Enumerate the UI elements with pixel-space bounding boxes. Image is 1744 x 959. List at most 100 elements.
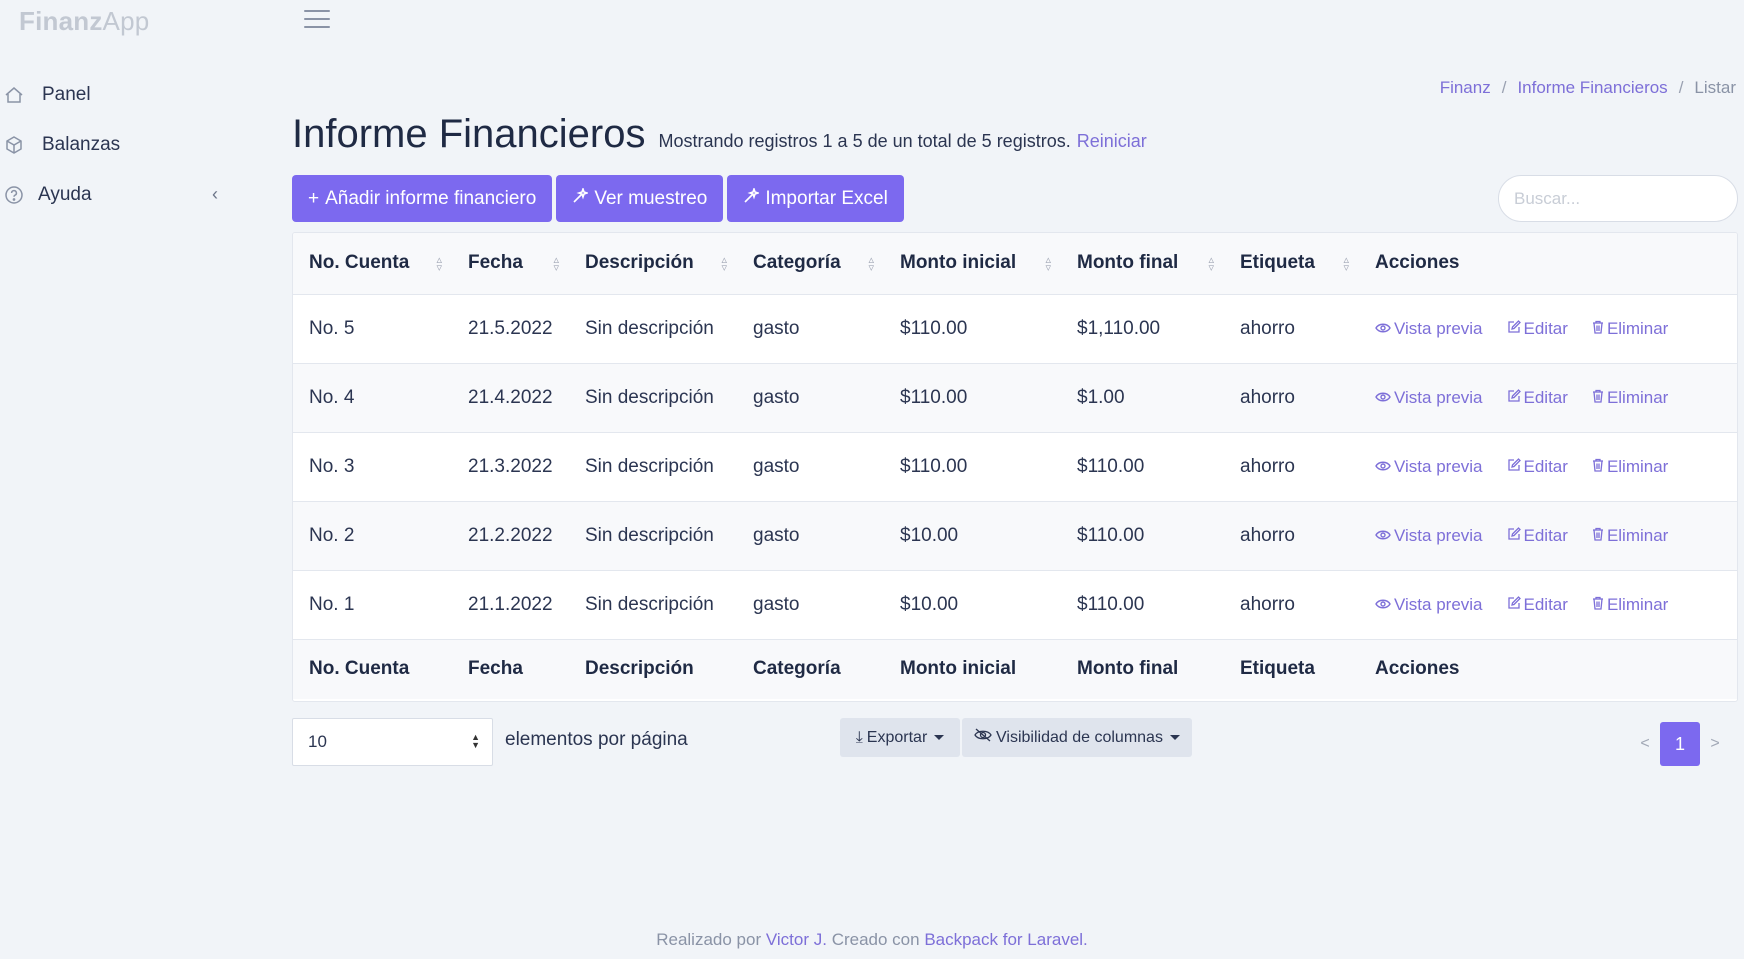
footer: Realizado por Victor J. Creado con Backp… [0,930,1744,950]
delete-link[interactable]: Eliminar [1592,319,1668,339]
preview-label: Vista previa [1394,318,1483,338]
trash-icon [1592,526,1604,546]
table-cell: gasto [753,593,800,615]
column-header[interactable]: Descripción ▵ ▿ [569,233,737,294]
eye-icon [1375,595,1391,615]
column-visibility-button[interactable]: Visibilidad de columnas [962,718,1192,757]
breadcrumb-item-current: Listar [1694,78,1736,97]
page-title: Informe Financieros [292,112,646,156]
select-arrows-icon: ▲ ▼ [471,732,480,750]
table-cell: gasto [753,524,800,546]
table-row: No. 4 21.4.2022 Sin descripción gasto $110.0… [293,363,1737,432]
table-row: No. 5 21.5.2022 Sin descripción gasto $110.0… [293,294,1737,363]
delete-link[interactable]: Eliminar [1592,388,1668,408]
help-circle-icon [3,184,25,206]
edit-link[interactable]: Editar [1507,526,1568,546]
edit-link[interactable]: Editar [1507,457,1568,477]
sample-button[interactable]: Ver muestreo [556,175,724,222]
delete-link[interactable]: Eliminar [1592,457,1668,477]
eye-icon [1375,457,1391,477]
preview-link[interactable]: Vista previa [1375,388,1483,408]
sort-icon[interactable]: ▵ ▿ [868,255,874,274]
delete-label: Eliminar [1606,594,1669,614]
sidebar-item-panel[interactable]: Panel [0,70,230,120]
column-header[interactable]: Monto inicial ▵ ▿ [884,233,1061,294]
table-cell: $10.00 [900,593,959,615]
edit-icon [1507,595,1521,615]
column-footer: Fecha [468,658,523,680]
column-header[interactable]: Etiqueta ▵ ▿ [1224,233,1359,294]
sort-icon[interactable]: ▵ ▿ [436,255,442,274]
sidebar-item-label: Panel [42,84,91,105]
breadcrumb-item-finanz[interactable]: Finanz [1440,78,1491,98]
sort-icon[interactable]: ▵ ▿ [1208,255,1214,274]
row-actions: Vista previa Editar Eliminar [1359,501,1737,570]
preview-link[interactable]: Vista previa [1375,526,1483,546]
add-report-button[interactable]: + Añadir informe financiero [292,175,553,222]
per-page-select[interactable]: 10 ▲ ▼ [292,718,493,766]
page-button-current[interactable]: 1 [1660,722,1700,766]
table-cell: 21.4.2022 [468,386,553,408]
edit-icon [1507,457,1521,477]
breadcrumb-item-informe[interactable]: Informe Financieros [1517,78,1667,98]
preview-label: Vista previa [1394,456,1483,476]
column-header[interactable]: Categoría ▵ ▿ [737,233,884,294]
column-footer: Monto inicial [900,658,1017,680]
search-input[interactable] [1498,175,1738,222]
sidebar-item-label: Ayuda [38,184,92,205]
delete-label: Eliminar [1606,387,1669,407]
table-cell: Sin descripción [585,593,714,615]
edit-label: Editar [1523,456,1568,476]
table-cell: ahorro [1240,455,1295,477]
table-cell: No. 5 [309,317,355,339]
pagination: < 1 > [1630,722,1730,766]
sort-icon[interactable]: ▵ ▿ [721,255,727,274]
table-cell: gasto [753,455,800,477]
next-page-button[interactable]: > [1700,735,1730,753]
trash-icon [1592,388,1604,408]
column-header[interactable]: No. Cuenta ▵ ▿ [293,233,452,294]
row-actions: Vista previa Editar Eliminar [1359,363,1737,432]
footer-framework-link[interactable]: Backpack for Laravel. [924,930,1087,949]
column-header[interactable]: Monto final ▵ ▿ [1061,233,1224,294]
sort-icon[interactable]: ▵ ▿ [1045,255,1051,274]
preview-link[interactable]: Vista previa [1375,457,1483,477]
reset-link[interactable]: Reiniciar [1077,131,1147,152]
footer-author-link[interactable]: Victor J. [766,930,827,949]
breadcrumb-separator: / [1501,78,1507,97]
sort-icon[interactable]: ▵ ▿ [1343,255,1349,274]
table-cell: gasto [753,386,800,408]
edit-link[interactable]: Editar [1507,319,1568,339]
import-excel-button[interactable]: Importar Excel [727,175,904,222]
edit-link[interactable]: Editar [1507,595,1568,615]
column-footer: Etiqueta [1240,658,1315,680]
table-row: No. 1 21.1.2022 Sin descripción gasto $10.00… [293,570,1737,639]
column-footer: Categoría [753,658,841,680]
preview-label: Vista previa [1394,525,1483,545]
chevron-left-icon[interactable]: ‹ [212,184,218,205]
trash-icon [1592,319,1604,339]
brand-logo[interactable]: FinanzApp [19,6,149,37]
column-footer: Acciones [1375,658,1460,680]
table-cell: No. 3 [309,455,355,477]
sidebar-item-ayuda[interactable]: Ayuda ‹ [0,170,230,220]
table-cell: $110.00 [1077,593,1145,615]
delete-link[interactable]: Eliminar [1592,595,1668,615]
export-label: Exportar [866,728,928,746]
column-header[interactable]: Fecha ▵ ▿ [452,233,569,294]
table-cell: $110.00 [1077,455,1145,477]
sort-icon[interactable]: ▵ ▿ [553,255,559,274]
export-button[interactable]: ⤓ Exportar [840,718,960,757]
delete-link[interactable]: Eliminar [1592,526,1668,546]
preview-link[interactable]: Vista previa [1375,319,1483,339]
sidebar-item-balanzas[interactable]: Balanzas [0,120,230,170]
preview-link[interactable]: Vista previa [1375,595,1483,615]
menu-toggle-icon[interactable] [304,10,330,30]
edit-link[interactable]: Editar [1507,388,1568,408]
row-actions: Vista previa Editar Eliminar [1359,294,1737,363]
row-actions: Vista previa Editar Eliminar [1359,570,1737,639]
brand-bold: Finanz [19,6,103,36]
prev-page-button[interactable]: < [1630,735,1660,753]
home-icon [3,84,25,106]
data-table: No. Cuenta ▵ ▿ Fecha ▵ ▿ Descripción ▵ ▿ Categ… [292,232,1738,702]
